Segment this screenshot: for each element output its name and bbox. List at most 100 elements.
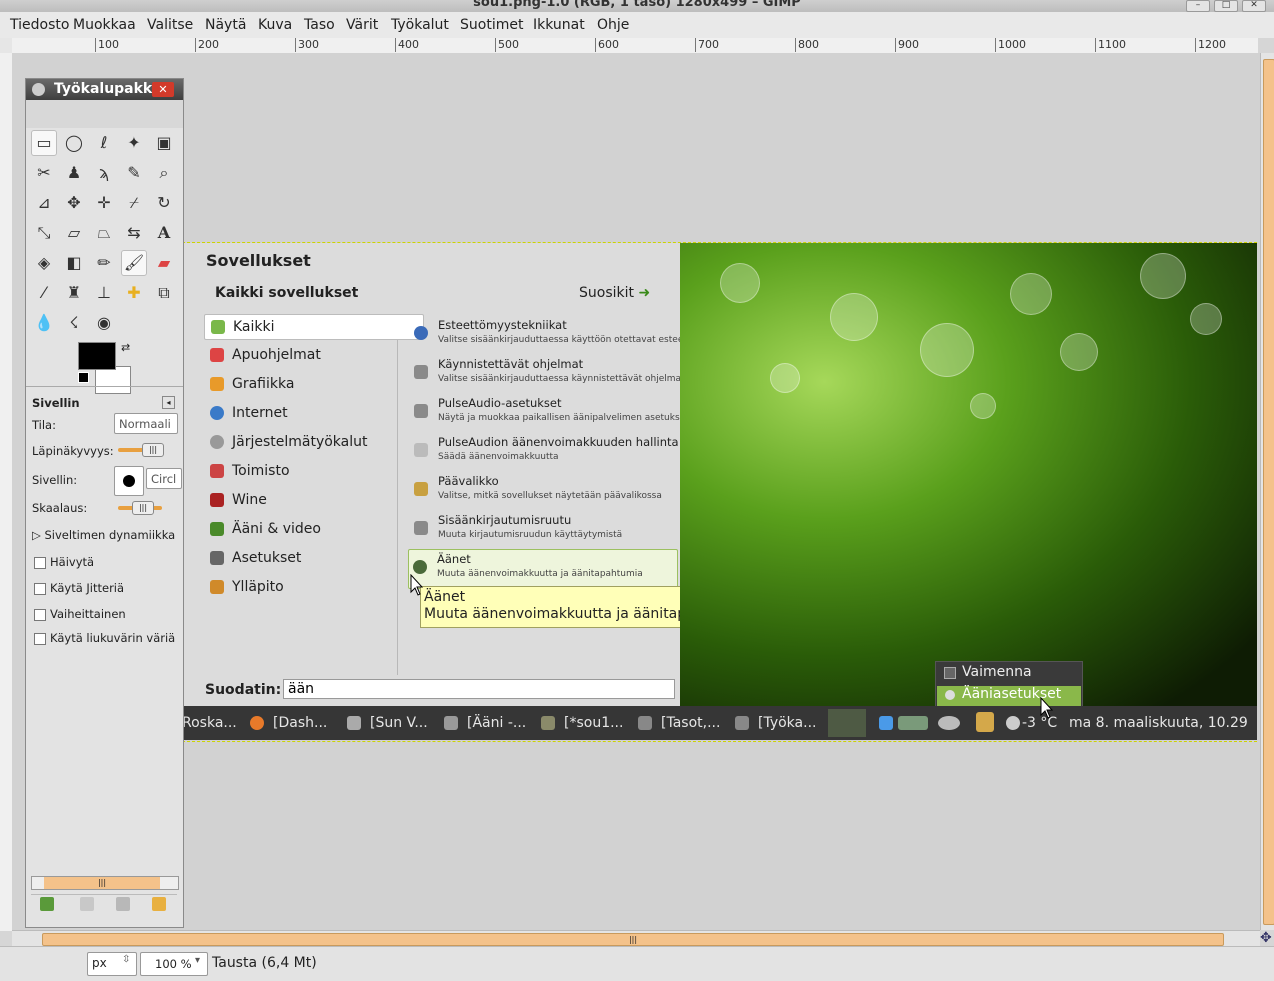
slider-handle[interactable]: ||| — [132, 501, 154, 515]
menu-filters[interactable]: Suotimet — [460, 17, 523, 33]
menu-view[interactable]: Näytä — [205, 17, 246, 33]
category-internet[interactable]: Internet — [204, 401, 422, 425]
category-wine[interactable]: Wine — [204, 488, 422, 512]
dynamics-expander[interactable]: ▷ Siveltimen dynamiikka — [32, 528, 175, 542]
lasso-icon[interactable]: ℓ — [91, 130, 117, 156]
airbrush-icon[interactable]: ⁄ — [31, 280, 57, 306]
blur-icon[interactable]: 💧 — [31, 310, 57, 336]
zoom-icon[interactable]: ⌕ — [151, 160, 177, 186]
fade-checkbox[interactable] — [34, 557, 46, 569]
ellipse-select-icon[interactable]: ◯ — [61, 130, 87, 156]
mute-checkbox[interactable] — [944, 667, 956, 679]
gradient-color-checkbox[interactable] — [34, 633, 46, 645]
menu-help[interactable]: Ohje — [597, 17, 629, 33]
navigate-icon[interactable]: ✥ — [1260, 930, 1274, 946]
crop-icon[interactable]: ⌿ — [121, 190, 147, 216]
scrollbar-thumb[interactable]: ||| — [42, 933, 1224, 946]
scale-icon[interactable]: ⤡ — [31, 220, 57, 246]
scrollbar-thumb[interactable] — [1263, 59, 1274, 925]
category-accessories[interactable]: Apuohjelmat — [204, 343, 422, 367]
category-settings[interactable]: Asetukset — [204, 546, 422, 570]
scrollbar-thumb[interactable]: ||| — [44, 877, 160, 889]
network-icon[interactable] — [898, 716, 928, 730]
bucket-fill-icon[interactable]: ◈ — [31, 250, 57, 276]
zoom-select[interactable]: 100 % ▾ — [140, 952, 208, 976]
heal-icon[interactable]: ✚ — [121, 280, 147, 306]
app-volume-control[interactable]: PulseAudion äänenvoimakkuuden hallinta Sä… — [410, 433, 680, 471]
smudge-icon[interactable]: ☇ — [61, 310, 87, 336]
app-accessibility[interactable]: Esteettömyystekniikat Valitse sisäänkirja… — [410, 316, 699, 354]
scissors-icon[interactable]: ✂ — [31, 160, 57, 186]
app-main-menu[interactable]: Päävalikko Valitse, mitkä sovellukset näy… — [410, 472, 680, 510]
close-icon[interactable]: ✕ — [152, 82, 174, 97]
app-pulseaudio-settings[interactable]: PulseAudio-asetukset Näytä ja muokkaa pai… — [410, 394, 688, 432]
menu-windows[interactable]: Ikkunat — [533, 17, 585, 33]
maximize-button[interactable]: □ — [1214, 0, 1238, 12]
category-sound-video[interactable]: Ääni & video — [204, 517, 422, 541]
taskbar-item[interactable]: [Työka... — [758, 715, 816, 731]
app-sounds[interactable]: Äänet Muuta äänenvoimakkuutta ja äänitapa… — [408, 549, 678, 589]
incremental-checkbox[interactable] — [34, 609, 46, 621]
slider-handle[interactable]: ||| — [142, 443, 164, 457]
dodge-burn-icon[interactable]: ◉ — [91, 310, 117, 336]
taskbar-item[interactable]: [Tasot,... — [661, 715, 720, 731]
pencil-icon[interactable]: ✏ — [91, 250, 117, 276]
swap-colors-icon[interactable]: ⇄ — [121, 341, 130, 354]
perspective-icon[interactable]: ⏢ — [91, 220, 117, 246]
select-by-color-icon[interactable]: ▣ — [151, 130, 177, 156]
minimize-button[interactable]: – — [1186, 0, 1210, 12]
flip-icon[interactable]: ⇆ — [121, 220, 147, 246]
toolbox-hscrollbar[interactable]: ||| — [31, 876, 179, 890]
clock[interactable]: ma 8. maaliskuuta, 10.29 — [1069, 715, 1248, 731]
app-startup[interactable]: Käynnistettävät ohjelmat Valitse sisäänki… — [410, 355, 685, 393]
perspective-clone-icon[interactable]: ⧉ — [151, 280, 177, 306]
favorites-button[interactable]: Suosikit ➜ — [579, 285, 650, 301]
shear-icon[interactable]: ▱ — [61, 220, 87, 246]
reset-colors-icon[interactable] — [78, 372, 89, 383]
mute-item[interactable]: Vaimenna — [962, 664, 1032, 680]
filter-input[interactable] — [283, 679, 675, 699]
jitter-checkbox[interactable] — [34, 583, 46, 595]
align-icon[interactable]: ✛ — [91, 190, 117, 216]
vertical-scrollbar[interactable] — [1260, 53, 1274, 930]
restore-options-icon[interactable] — [80, 897, 94, 911]
taskbar-item[interactable]: [Sun V... — [370, 715, 428, 731]
ruler-corner[interactable] — [0, 38, 12, 53]
save-options-icon[interactable] — [40, 897, 54, 911]
foreground-color-swatch[interactable] — [78, 342, 116, 370]
blend-icon[interactable]: ◧ — [61, 250, 87, 276]
eraser-icon[interactable]: ▰ — [151, 250, 177, 276]
delete-options-icon[interactable] — [116, 897, 130, 911]
menu-select[interactable]: Valitse — [147, 17, 193, 33]
workspace-switcher[interactable] — [828, 709, 866, 737]
menu-image[interactable]: Kuva — [258, 17, 292, 33]
menu-edit[interactable]: Muokkaa — [73, 17, 136, 33]
category-graphics[interactable]: Grafiikka — [204, 372, 422, 396]
menu-file[interactable]: Tiedosto — [10, 17, 69, 33]
dropbox-icon[interactable] — [879, 716, 893, 730]
brush-name[interactable]: Circl — [146, 468, 182, 489]
weather-icon[interactable] — [1006, 716, 1020, 730]
taskbar-item[interactable]: [*sou1... — [564, 715, 623, 731]
app-login-screen[interactable]: Sisäänkirjautumisruutu Muuta kirjautumisr… — [410, 511, 680, 549]
color-picker-icon[interactable]: ✎ — [121, 160, 147, 186]
category-office[interactable]: Toimisto — [204, 459, 422, 483]
taskbar-item[interactable]: [Dash... — [273, 715, 327, 731]
move-icon[interactable]: ✥ — [61, 190, 87, 216]
reset-options-icon[interactable] — [152, 897, 166, 911]
menu-tools[interactable]: Työkalut — [391, 17, 449, 33]
foreground-select-icon[interactable]: ♟ — [61, 160, 87, 186]
toolbox-titlebar[interactable]: Työkalupakki ✕ — [26, 79, 183, 100]
measure-icon[interactable]: ⊿ — [31, 190, 57, 216]
brush-preview[interactable] — [114, 466, 144, 496]
volume-icon[interactable] — [938, 716, 960, 730]
mode-select[interactable]: Normaali — [114, 413, 178, 434]
menu-colors[interactable]: Värit — [346, 17, 378, 33]
text-tool-icon[interactable]: A — [151, 220, 177, 246]
taskbar-item[interactable]: [Ääni -... — [467, 715, 526, 731]
paths-icon[interactable]: ϡ — [91, 160, 117, 186]
taskbar-item[interactable]: Roska... — [182, 715, 237, 731]
close-window-button[interactable]: ✕ — [1242, 0, 1266, 12]
lock-icon[interactable] — [976, 712, 994, 732]
horizontal-scrollbar[interactable]: ||| — [12, 930, 1260, 947]
